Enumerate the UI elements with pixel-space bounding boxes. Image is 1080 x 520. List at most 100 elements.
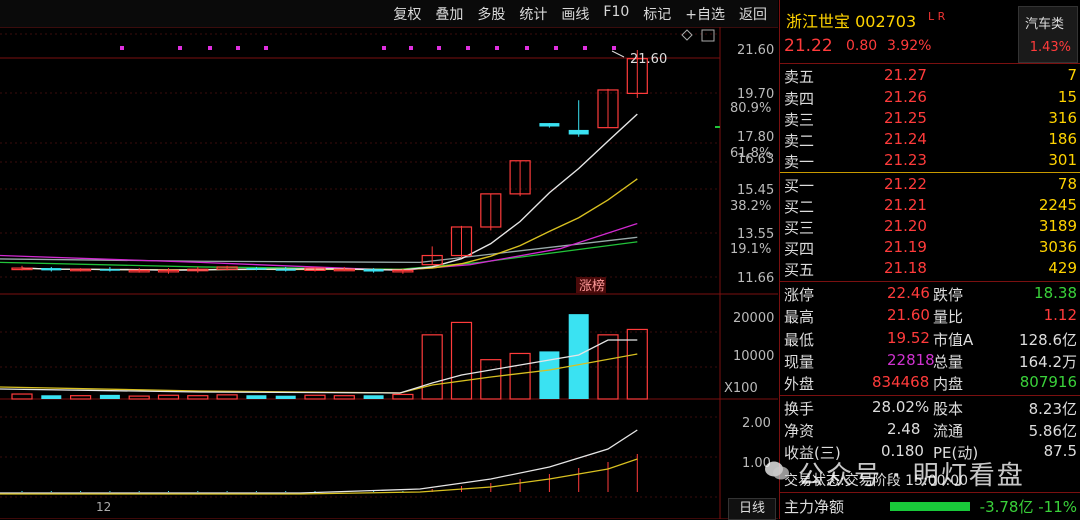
signal-dot [208,46,212,50]
stat-turnover-label: 换手 [784,400,815,418]
signal-dot [466,46,470,50]
window-icon [701,29,715,42]
stat-limit-up-label: 涨停 [784,286,815,304]
main-net-bar [890,502,970,511]
toolbar-item-mark[interactable]: 标记 [636,4,678,24]
candle-body [99,269,120,271]
tick-mark [715,126,720,128]
price-axis-label: 13.55 [737,227,775,242]
bid-row-5: 买五 21.18 429 [780,259,1080,281]
chart-toolbar: 复权 叠加 多股 统计 画线 F10 标记 +自选 返回 [0,0,778,28]
bid-label: 买一 [784,177,815,195]
toolbar-menu: 复权 叠加 多股 统计 画线 F10 标记 +自选 返回 [386,4,774,24]
max-price-marker: 21.60 [630,52,667,67]
candle-body [275,269,296,271]
bid-row-3: 买三 21.20 3189 [780,217,1080,239]
macd-axis-label: 2.00 [742,416,771,431]
ask-row-2: 卖二 21.24 186 [780,130,1080,152]
sector-name: 汽车类 [1025,17,1065,32]
stat-limit-up: 22.46 [887,284,930,302]
ask-volume: 301 [1048,151,1077,169]
ask-volume: 186 [1048,130,1077,148]
ask-price: 21.24 [884,130,927,148]
stat-outer: 834468 [872,373,930,391]
stat-shares-label: 股本 [933,400,964,418]
bid-label: 买五 [784,261,815,279]
toolbar-item-draw[interactable]: 画线 [554,4,596,24]
signal-dot [525,46,529,50]
bid-volume: 3036 [1038,238,1077,256]
watermark: 公众号 · 明灯看盘 [798,461,1025,491]
limit-up-tag: 涨榜 [579,278,605,294]
bid-label: 买三 [784,219,815,237]
toolbar-item-stats[interactable]: 统计 [512,4,554,24]
toolbar-item-add-watch[interactable]: +自选 [678,4,732,24]
stat-market-cap-label: 市值A [933,331,974,349]
volume-bar [246,395,267,399]
date-tick: 12 [96,500,112,514]
ask-price: 21.23 [884,151,927,169]
signal-dot [382,46,386,50]
ask-label: 卖二 [784,132,815,150]
volume-bar [99,394,120,399]
ask-row-1: 卖一 21.23 301 [780,151,1080,173]
stat-inner: 807916 [1019,373,1077,391]
ma-line [21,113,638,271]
stat-net-assets-label: 净资 [784,422,815,440]
main-net-value: -3.78亿 -11% [979,498,1077,516]
bid-volume: 429 [1048,259,1077,277]
ask-price: 21.25 [884,109,927,127]
volume-bar [41,395,62,399]
candle-body [539,123,560,127]
toolbar-item-overlay[interactable]: 叠加 [428,4,470,24]
signal-dot [178,46,182,50]
stat-volume-ratio-label: 量比 [933,308,964,326]
bid-price: 21.18 [884,259,927,277]
volume-bar [392,393,414,400]
ask-label: 卖五 [784,68,815,86]
candle-body [246,268,267,270]
price-axis-label: 17.80 [737,130,775,145]
stat-pe: 87.5 [1043,442,1077,460]
bid-row-1: 买一 21.22 78 [780,175,1080,197]
volume-bar [304,394,326,400]
toolbar-item-f10[interactable]: F10 [596,4,636,24]
pct-axis-label: 80.9% [730,101,772,116]
pct-axis-label: 38.2% [730,199,772,214]
volume-bar [275,395,296,399]
stat-cur-vol: 22818 [887,351,935,369]
stat-market-cap: 128.6亿 [1019,331,1077,349]
toolbar-item-back[interactable]: 返回 [732,4,774,24]
volume-bar [480,359,502,400]
bid-price: 21.19 [884,238,927,256]
signal-dot [264,46,268,50]
price-axis-label: 11.66 [737,271,775,286]
bid-volume: 3189 [1038,217,1077,235]
stat-high: 21.60 [887,306,930,324]
stat-low-label: 最低 [784,331,815,349]
bid-row-4: 买四 21.19 3036 [780,238,1080,260]
stock-name-code: 浙江世宝 002703 [786,12,917,31]
stat-volume-ratio: 1.12 [1043,306,1077,324]
bid-volume: 78 [1057,175,1077,193]
signal-dot [120,46,124,50]
candle-body [568,129,589,135]
toolbar-item-fuquan[interactable]: 复权 [386,4,428,24]
ask-price: 21.27 [884,66,927,84]
signal-dot [409,46,413,50]
signal-dot [437,46,441,50]
candle-body [363,269,384,272]
ma-line [0,241,638,270]
volume-bar [157,394,180,400]
volume-bar [69,395,92,400]
main-net-label: 主力净额 [784,498,845,516]
stat-inner-label: 内盘 [933,375,964,393]
stat-turnover: 28.02% [872,398,930,416]
wechat-icon [765,461,789,480]
signal-line [0,458,638,495]
toolbar-item-multi-stock[interactable]: 多股 [470,4,512,24]
diamond-icon [681,29,693,41]
sector-box[interactable]: 汽车类 1.43% [1018,6,1078,63]
period-tab-daily[interactable]: 日线 [728,498,776,520]
kline-chart[interactable]: 21.60 涨榜 [0,27,778,519]
